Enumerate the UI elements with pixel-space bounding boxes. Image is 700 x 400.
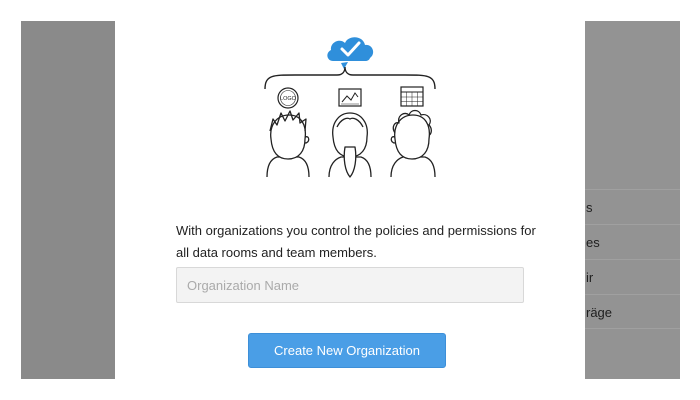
background-list-item: s <box>583 189 680 224</box>
brace-line <box>264 66 436 90</box>
person-left-figure <box>266 110 310 178</box>
cloud-check-icon <box>327 37 374 69</box>
background-panel: s es ir räge <box>583 21 680 379</box>
create-organization-button[interactable]: Create New Organization <box>248 333 446 368</box>
organization-name-input[interactable] <box>176 267 524 303</box>
background-list-item: ir <box>583 259 680 294</box>
background-list-item: räge <box>583 294 680 329</box>
person-middle-figure <box>328 112 372 178</box>
background-list-item: es <box>583 224 680 259</box>
chart-icon <box>338 88 362 107</box>
person-right-figure <box>390 109 436 178</box>
create-organization-modal: LOGO With organizations you control the … <box>115 21 585 379</box>
background-list: s es ir räge <box>583 189 680 329</box>
organization-illustration: LOGO <box>264 37 436 178</box>
logo-badge-text: LOGO <box>280 96 297 102</box>
modal-description: With organizations you control the polic… <box>176 223 536 260</box>
calendar-icon <box>400 86 424 107</box>
logo-badge-icon: LOGO <box>277 87 299 109</box>
